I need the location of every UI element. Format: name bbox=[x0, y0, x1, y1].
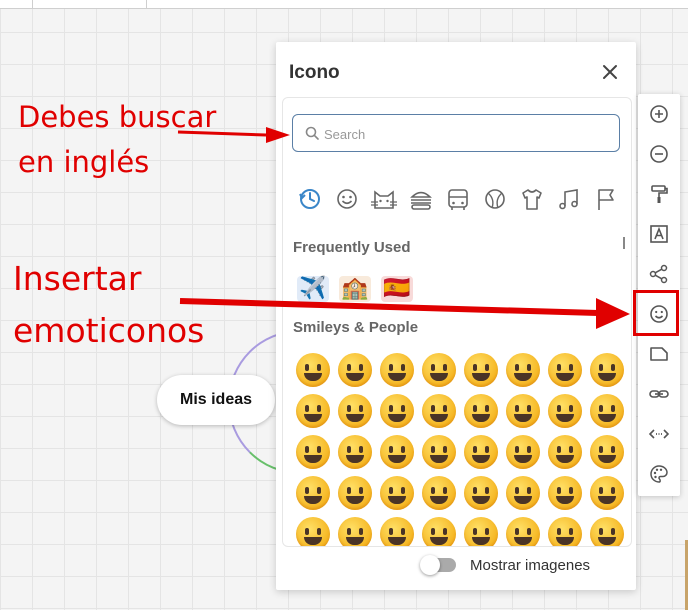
emoji-item[interactable]: 😗 bbox=[380, 435, 414, 469]
emoji-hint-annotation: Insertar emoticonos bbox=[13, 253, 204, 357]
emoji-tile bbox=[339, 276, 371, 302]
smiley-icon[interactable] bbox=[332, 184, 362, 214]
emoji-item[interactable]: 😐 bbox=[548, 517, 582, 546]
show-images-label: Mostrar imagenes bbox=[470, 557, 591, 574]
emoji-item[interactable]: 😁 bbox=[422, 353, 456, 387]
emoji-item[interactable]: 😋 bbox=[590, 435, 624, 469]
flag-icon[interactable] bbox=[591, 184, 621, 214]
share-icon[interactable] bbox=[647, 262, 671, 286]
annotation-line: en inglés bbox=[18, 145, 150, 179]
emoji-item[interactable]: 🫠 bbox=[380, 394, 414, 428]
emoji-tile bbox=[297, 276, 329, 302]
emoji-item[interactable]: 😄 bbox=[380, 353, 414, 387]
emoji-item[interactable]: 🫣 bbox=[296, 517, 330, 546]
emoji-item[interactable]: 🥰 bbox=[548, 394, 582, 428]
toggle-knob bbox=[420, 555, 440, 575]
emoji-item[interactable]: 😍 bbox=[590, 394, 624, 428]
emoji-item[interactable]: 🤭 bbox=[548, 476, 582, 510]
link-icon[interactable] bbox=[647, 382, 671, 406]
emoji-item[interactable]: 😊 bbox=[464, 394, 498, 428]
emoji-item[interactable]: 🤔 bbox=[380, 517, 414, 546]
music-icon[interactable] bbox=[554, 184, 584, 214]
category-tabs bbox=[295, 184, 625, 214]
emoji-item[interactable]: 😀 bbox=[296, 353, 330, 387]
cat-icon[interactable] bbox=[369, 184, 399, 214]
top-bar-divider bbox=[146, 0, 147, 8]
search-icon bbox=[305, 126, 319, 140]
emoji-item[interactable]: 🤪 bbox=[380, 476, 414, 510]
zoom-out-icon[interactable] bbox=[647, 142, 671, 166]
top-bar bbox=[0, 0, 688, 9]
section-label-smileys: Smileys & People bbox=[293, 319, 419, 336]
code-icon[interactable] bbox=[647, 422, 671, 446]
emoji-item[interactable]: 🤣 bbox=[548, 353, 582, 387]
emoji-item[interactable]: 😇 bbox=[506, 394, 540, 428]
bus-icon[interactable] bbox=[443, 184, 473, 214]
section-label-frequent: Frequently Used bbox=[293, 239, 411, 256]
emoji-item[interactable]: 🥲 bbox=[548, 435, 582, 469]
panel-footer: Mostrar imagenes bbox=[276, 552, 636, 590]
emoji-button-highlight bbox=[633, 290, 679, 336]
emoji-item[interactable]: 🤨 bbox=[506, 517, 540, 546]
close-icon[interactable] bbox=[597, 59, 623, 85]
emoji-item[interactable]: 😚 bbox=[464, 435, 498, 469]
ball-icon[interactable] bbox=[480, 184, 510, 214]
emoji-item[interactable]: 😉 bbox=[422, 394, 456, 428]
search-box[interactable] bbox=[292, 114, 620, 152]
emoji-item[interactable]: 🤗 bbox=[506, 476, 540, 510]
annotation-line: emoticonos bbox=[13, 311, 205, 350]
zoom-in-icon[interactable] bbox=[647, 102, 671, 126]
annotation-line: Debes buscar bbox=[18, 100, 217, 134]
emoji-item[interactable]: 🫢 bbox=[590, 476, 624, 510]
emoji-item[interactable]: 🤑 bbox=[464, 476, 498, 510]
paint-roller-icon[interactable] bbox=[647, 182, 671, 206]
emoji-item[interactable]: ☺️ bbox=[422, 435, 456, 469]
emoji-item[interactable]: 😛 bbox=[296, 476, 330, 510]
emoji-picker: Frequently Used ✈️🏫🇪🇸 Smileys & People 😀… bbox=[282, 97, 632, 547]
burger-icon[interactable] bbox=[406, 184, 436, 214]
emoji-item[interactable]: 😑 bbox=[590, 517, 624, 546]
emoji-item[interactable]: 😅 bbox=[506, 353, 540, 387]
emoji-item[interactable]: 🤫 bbox=[338, 517, 372, 546]
emoji-item[interactable]: 😝 bbox=[422, 476, 456, 510]
emoji-item[interactable]: 🙂 bbox=[296, 394, 330, 428]
annotation-line: Insertar bbox=[13, 259, 142, 298]
panel-title: Icono bbox=[289, 62, 340, 83]
scroll-indicator bbox=[623, 237, 625, 249]
emoji-item[interactable]: 😃 bbox=[338, 353, 372, 387]
text-box-icon[interactable] bbox=[647, 222, 671, 246]
emoji-item[interactable]: 🤐 bbox=[464, 517, 498, 546]
emoji-item[interactable]: 😆 bbox=[464, 353, 498, 387]
emoji-item[interactable]: 🤩 bbox=[296, 435, 330, 469]
icon-panel: Icono Frequently Used ✈️🏫🇪🇸 Smileys & Pe… bbox=[276, 42, 636, 590]
emoji-item[interactable]: 🙃 bbox=[338, 394, 372, 428]
emoji-item[interactable]: 🫡 bbox=[422, 517, 456, 546]
mindmap-node[interactable]: Mis ideas bbox=[157, 375, 275, 425]
palette-icon[interactable] bbox=[647, 462, 671, 486]
emoji-item[interactable]: 😙 bbox=[506, 435, 540, 469]
recent-icon[interactable] bbox=[295, 184, 325, 214]
note-icon[interactable] bbox=[647, 342, 671, 366]
shirt-icon[interactable] bbox=[517, 184, 547, 214]
emoji-item[interactable]: 😜 bbox=[338, 476, 372, 510]
show-images-toggle[interactable] bbox=[420, 555, 456, 575]
emoji-item[interactable]: 😘 bbox=[338, 435, 372, 469]
emoji-tile bbox=[381, 276, 413, 302]
search-hint-annotation: Debes buscar en inglés bbox=[18, 95, 216, 185]
node-label: Mis ideas bbox=[179, 391, 253, 408]
search-input[interactable] bbox=[322, 119, 616, 149]
top-bar-divider bbox=[32, 0, 33, 8]
emoji-item[interactable]: 😂 bbox=[590, 353, 624, 387]
